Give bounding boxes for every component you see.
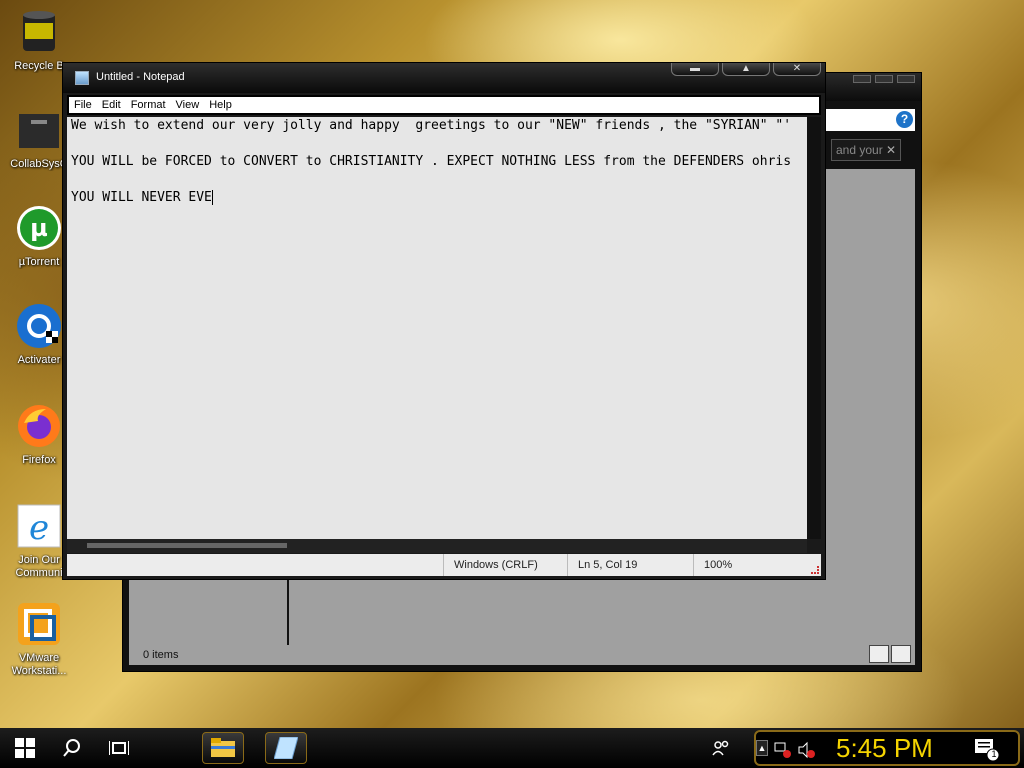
minimize-button[interactable] (853, 75, 871, 83)
close-button[interactable]: ✕ (773, 63, 821, 76)
scrollbar-thumb[interactable] (87, 543, 287, 548)
notepad-icon (75, 71, 89, 85)
maximize-button[interactable] (875, 75, 893, 83)
task-view-icon (109, 741, 129, 755)
recycle-bin-icon (15, 8, 63, 56)
taskbar: ▲ 1 5:45 PM (0, 728, 1024, 768)
search-button[interactable] (56, 728, 88, 768)
notepad-status-bar: Windows (CRLF) Ln 5, Col 19 100% (67, 554, 821, 576)
start-button[interactable] (8, 728, 42, 768)
text-line: We wish to extend our very jolly and hap… (71, 118, 792, 133)
windows-logo-icon (15, 738, 35, 758)
menu-edit[interactable]: Edit (97, 97, 126, 113)
menu-bar: File Edit Format View Help (67, 95, 821, 115)
search-placeholder: and your (836, 143, 883, 157)
notification-count: 1 (991, 749, 997, 759)
utorrent-icon: µ (15, 204, 63, 252)
large-icons-view-button[interactable] (891, 645, 911, 663)
internet-explorer-icon: e (15, 502, 63, 550)
taskbar-notepad[interactable] (265, 732, 307, 764)
show-hidden-icons-button[interactable]: ▲ (756, 740, 768, 756)
text-line-current: YOU WILL NEVER EVE (67, 189, 807, 225)
notepad-window[interactable]: Untitled - Notepad ▬ ▲ ✕ File Edit Forma… (62, 62, 826, 580)
text-editor[interactable]: We wish to extend our very jolly and hap… (67, 117, 807, 539)
explorer-window-controls (853, 75, 915, 83)
volume-muted-icon[interactable] (798, 741, 816, 759)
horizontal-scrollbar[interactable] (67, 539, 807, 553)
view-toggle (869, 645, 911, 663)
activator-icon (15, 302, 63, 350)
text-caret (211, 190, 213, 205)
taskbar-file-explorer[interactable] (202, 732, 244, 764)
task-view-button[interactable] (102, 728, 136, 768)
notepad-window-controls: ▬ ▲ ✕ (671, 63, 821, 76)
vmware-icon (15, 600, 63, 648)
window-title: Untitled - Notepad (96, 71, 185, 83)
item-count: 0 items (143, 649, 179, 661)
close-button[interactable] (897, 75, 915, 83)
current-line-text: YOU WILL NEVER EVE (71, 190, 212, 205)
cursor-position: Ln 5, Col 19 (567, 554, 693, 576)
explorer-status-bar: 0 items (129, 645, 915, 665)
menu-format[interactable]: Format (126, 97, 171, 113)
folder-icon (211, 738, 235, 757)
menu-view[interactable]: View (171, 97, 205, 113)
svg-text:e: e (29, 508, 49, 548)
taskbar-clock[interactable]: 5:45 PM (836, 731, 933, 765)
network-disconnected-icon[interactable] (774, 741, 792, 759)
details-view-button[interactable] (869, 645, 889, 663)
clear-search-icon[interactable]: ✕ (886, 140, 896, 160)
firefox-icon (15, 402, 63, 450)
notepad-icon (274, 737, 298, 759)
people-button[interactable] (706, 728, 736, 768)
encoding-status: Windows (CRLF) (443, 554, 567, 576)
vertical-scrollbar[interactable] (807, 117, 821, 539)
svg-text:µ: µ (30, 214, 48, 242)
people-icon (712, 740, 729, 756)
desktop-icon-label: VMware Workstati... (11, 652, 67, 677)
search-box[interactable]: and your ✕ (831, 139, 901, 161)
help-icon[interactable]: ? (896, 111, 913, 128)
search-icon (63, 739, 80, 757)
menu-file[interactable]: File (69, 97, 97, 113)
maximize-button[interactable]: ▲ (722, 63, 770, 76)
resize-grip[interactable] (811, 566, 819, 574)
zoom-level: 100% (693, 554, 793, 576)
minimize-button[interactable]: ▬ (671, 63, 719, 76)
folder-icon (15, 106, 63, 154)
menu-help[interactable]: Help (204, 97, 237, 113)
desktop-icon-vmware[interactable]: VMware Workstati... (4, 600, 74, 678)
text-line: YOU WILL be FORCED to CONVERT to CHRISTI… (71, 154, 792, 169)
